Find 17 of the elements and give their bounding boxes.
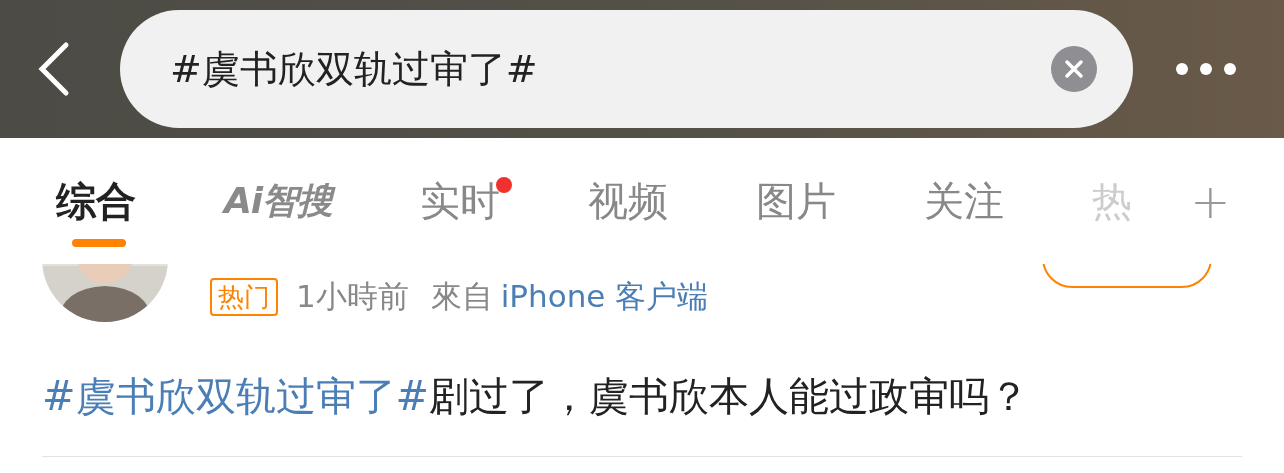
tab[interactable]: 综合 <box>56 171 136 231</box>
more-icon[interactable] <box>1175 62 1237 76</box>
hot-badge: 热门 <box>210 278 278 316</box>
tab[interactable]: 视频 <box>588 171 669 231</box>
clear-icon[interactable] <box>1051 46 1097 92</box>
post-text: #虞书欣双轨过审了#剧过了，虞书欣本人能过政审吗？ <box>42 372 1031 421</box>
tab-indicator <box>72 239 126 247</box>
post-time: 1小時前 <box>296 277 409 316</box>
source-link[interactable]: iPhone 客户端 <box>500 276 709 318</box>
tab[interactable]: 实时 <box>420 171 513 231</box>
source-label: 來自 <box>430 277 493 316</box>
search-field[interactable]: #虞书欣双轨过审了# <box>120 10 1133 128</box>
topic-link[interactable]: #虞书欣双轨过审了# <box>42 373 430 419</box>
tab[interactable]: 关注 <box>924 171 1005 231</box>
tab[interactable]: 图片 <box>756 171 837 231</box>
add-tab-button[interactable]: + <box>1190 171 1231 231</box>
back-icon[interactable] <box>36 41 70 97</box>
